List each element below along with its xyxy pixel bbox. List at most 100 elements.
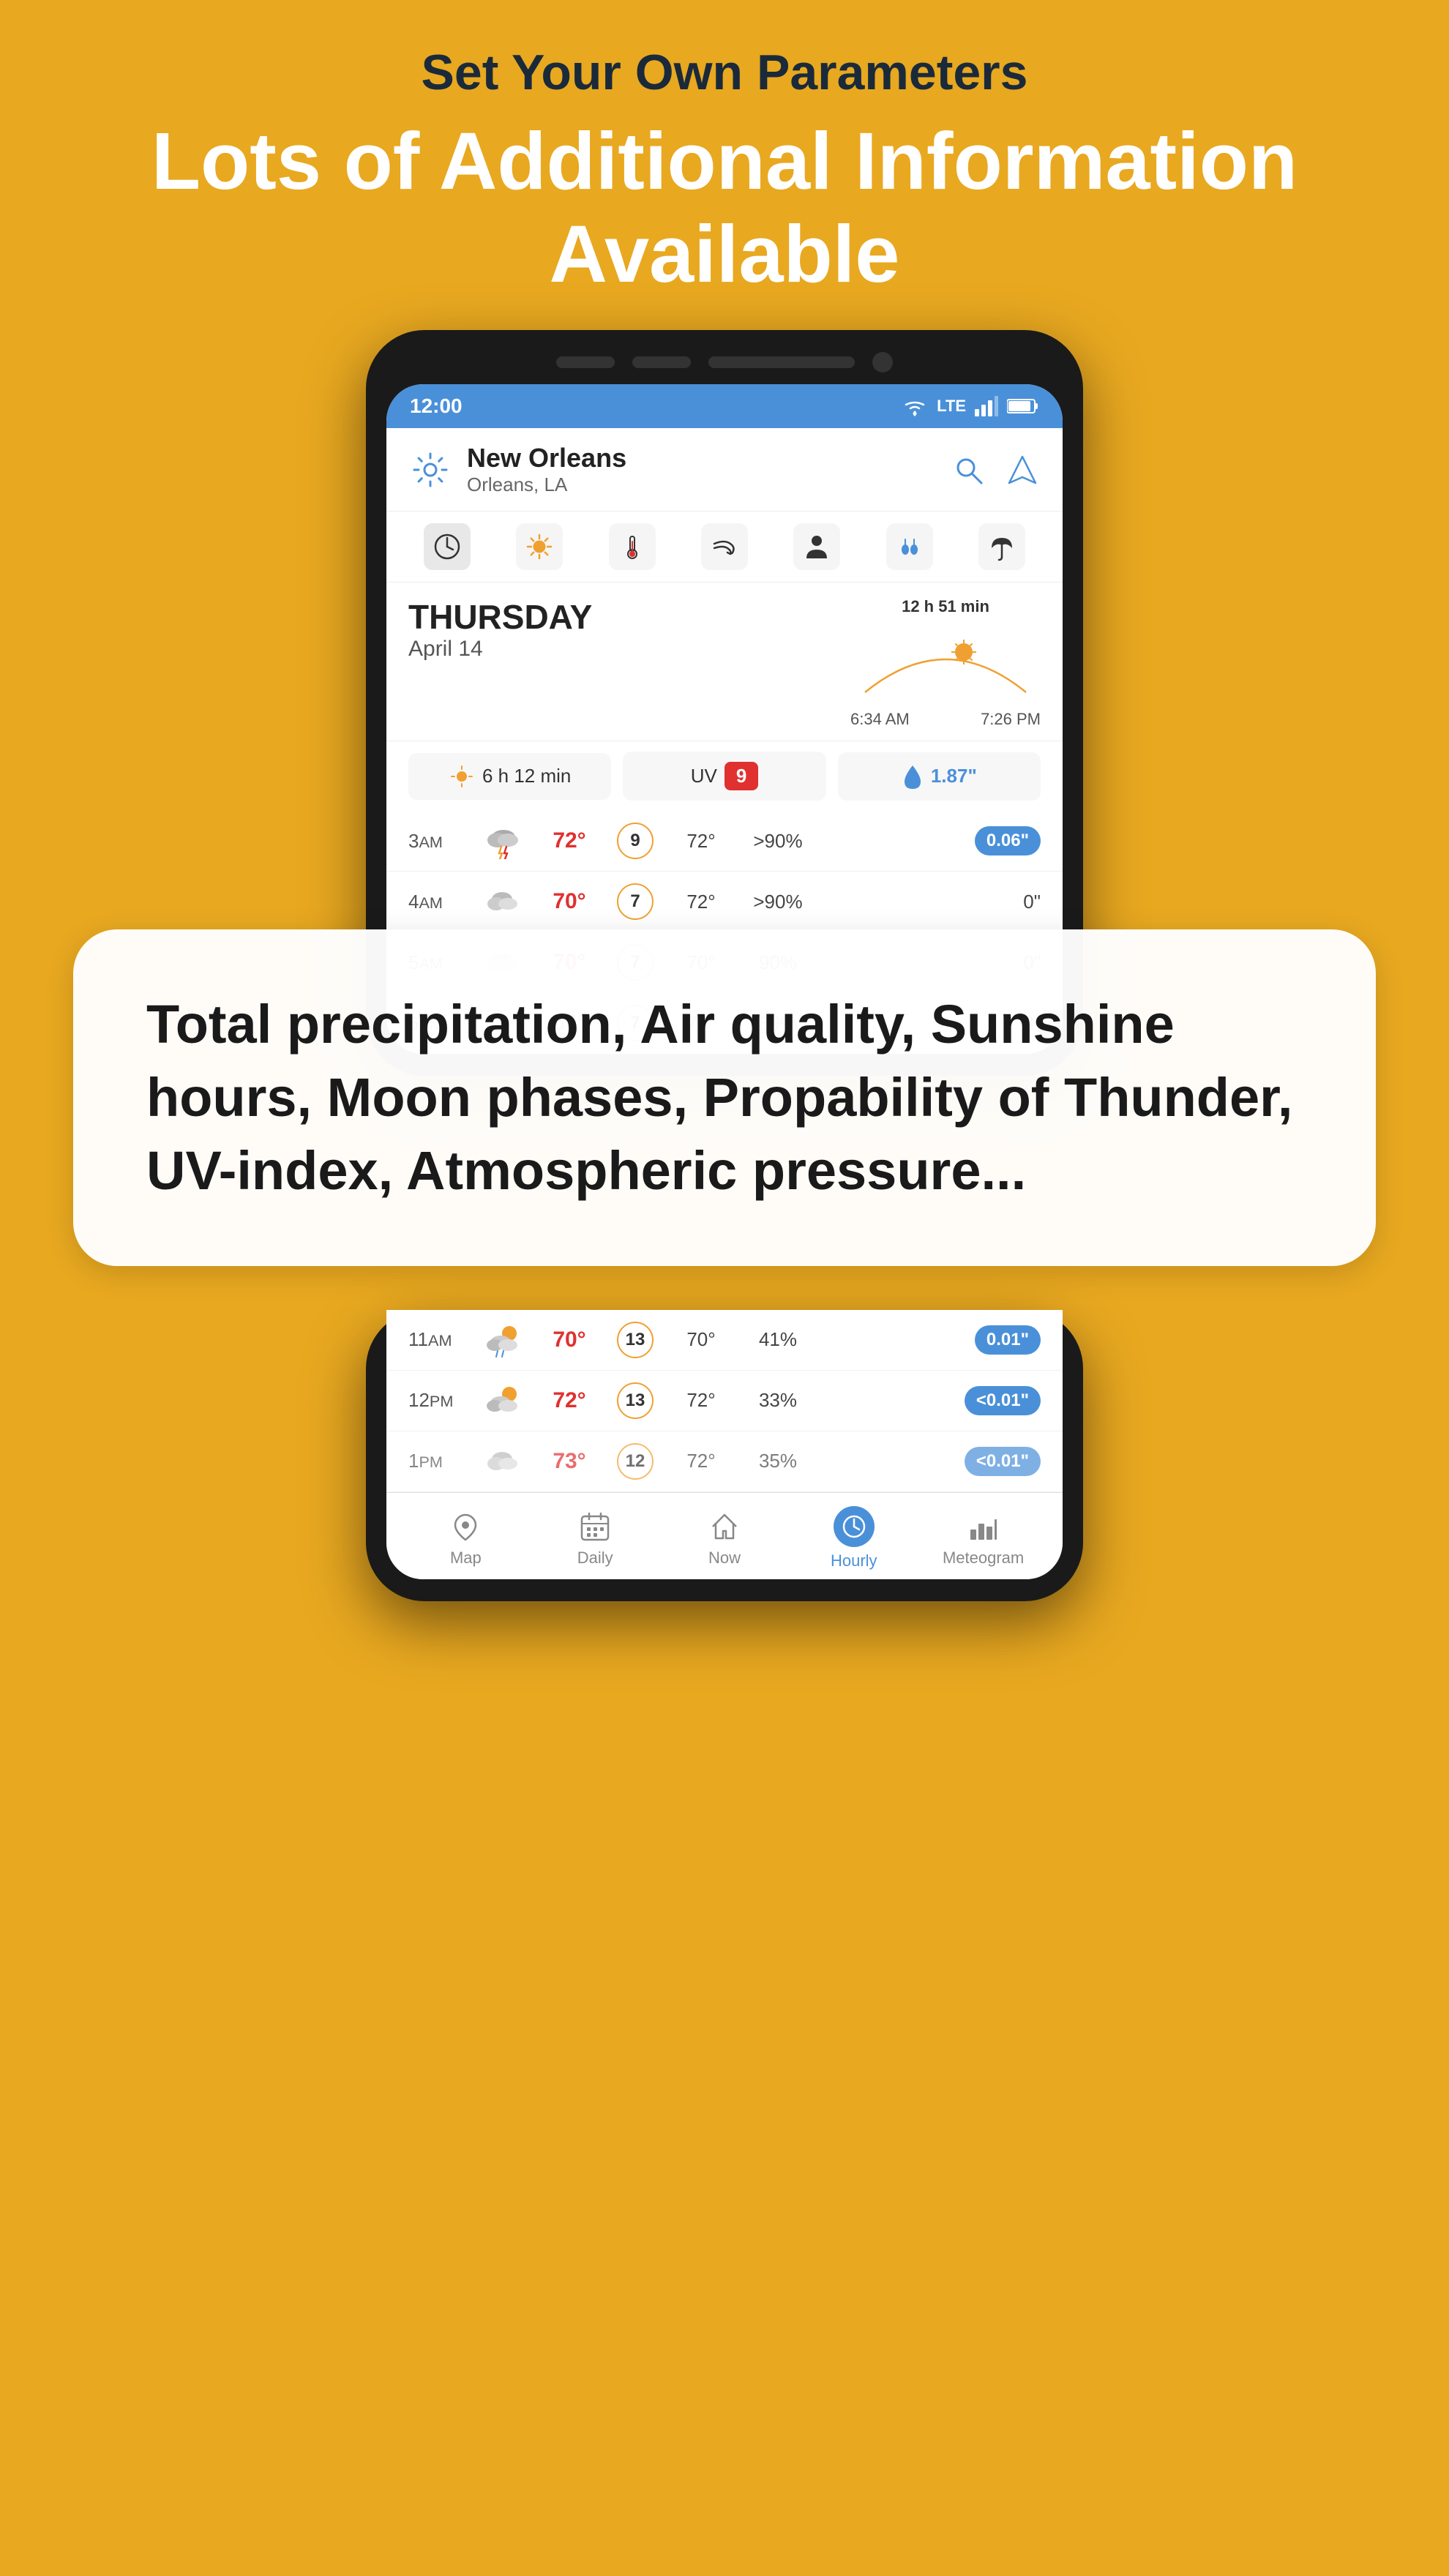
sun-arc-container xyxy=(850,619,1041,707)
tab-wind[interactable] xyxy=(701,523,748,570)
nav-item-daily[interactable]: Daily xyxy=(551,1509,639,1568)
sunrise-label: 6:34 AM xyxy=(850,710,910,729)
bottom-nav: Map xyxy=(386,1492,1063,1579)
nav-label-daily: Daily xyxy=(577,1549,613,1568)
storm-icon xyxy=(482,823,525,859)
temp-4am: 70° xyxy=(533,889,606,914)
sunshine-value: 6 h 12 min xyxy=(482,765,571,787)
hour-label-3am: 3AM xyxy=(408,830,474,853)
nav-label-map: Map xyxy=(450,1549,482,1568)
navigate-button[interactable] xyxy=(1004,452,1041,488)
uv-circle-val-11am: 13 xyxy=(617,1322,654,1358)
info-cards-row: 6 h 12 min UV 9 1.87" xyxy=(386,741,1063,811)
phone-dot-right xyxy=(632,356,691,368)
tab-drops[interactable] xyxy=(886,523,933,570)
uv-circle-val-4am: 7 xyxy=(617,883,654,920)
location-name: New Orleans xyxy=(467,443,935,473)
precip-1pm: <0.01" xyxy=(818,1447,1041,1476)
uv-circle-val-12pm: 13 xyxy=(617,1382,654,1419)
gear-icon xyxy=(411,451,449,489)
thermometer-icon xyxy=(618,532,647,561)
sun-small-icon xyxy=(449,763,475,790)
weather-icon-1pm xyxy=(474,1443,533,1480)
gear-icon-wrap[interactable] xyxy=(408,448,452,492)
bubble-lower-wrapper: Total precipitation, Air quality, Sunshi… xyxy=(0,929,1449,1601)
sun-arc-svg xyxy=(850,619,1041,707)
weather-icon-4am xyxy=(474,883,533,920)
rain-value: 1.87" xyxy=(931,765,977,787)
precip-badge-3am: 0.06" xyxy=(975,826,1041,855)
dew-12pm: 72° xyxy=(664,1389,738,1412)
app-header: New Orleans Orleans, LA xyxy=(386,428,1063,511)
weather-icon-11am xyxy=(474,1322,533,1358)
search-icon xyxy=(952,454,984,486)
cloudy-icon-1pm xyxy=(482,1443,525,1480)
rain-card: 1.87" xyxy=(838,752,1041,801)
lower-phone-wrapper: 11AM 70° xyxy=(0,1310,1449,1601)
precip-11am: 0.01" xyxy=(818,1325,1041,1355)
precip-3am: 0.06" xyxy=(818,826,1041,855)
hourly-row-4am: 4AM 70° 7 72° >90% 0 xyxy=(386,872,1063,932)
tab-temp[interactable] xyxy=(609,523,656,570)
uv-circle-1pm: 12 xyxy=(606,1443,664,1480)
battery-icon xyxy=(1007,397,1039,415)
nav-item-meteogram[interactable]: Meteogram xyxy=(940,1509,1027,1568)
nav-item-now[interactable]: Now xyxy=(681,1509,768,1568)
uv-label: UV xyxy=(691,765,717,787)
nav-item-map[interactable]: Map xyxy=(422,1509,509,1568)
hourly-section-lower: 11AM 70° xyxy=(386,1310,1063,1492)
phone-screen-lower: 11AM 70° xyxy=(386,1310,1063,1579)
status-icons: LTE xyxy=(902,396,1039,416)
status-bar: 12:00 LTE xyxy=(386,384,1063,428)
tab-umbrella[interactable] xyxy=(978,523,1025,570)
uv-value: 9 xyxy=(724,762,758,790)
date-str: April 14 xyxy=(408,637,836,662)
dew-1pm: 72° xyxy=(664,1450,738,1472)
hum-1pm: 35% xyxy=(738,1450,818,1472)
tab-sun[interactable] xyxy=(516,523,563,570)
chart-nav-icon xyxy=(966,1509,1001,1544)
daylight-label: 12 h 51 min xyxy=(902,597,989,616)
lte-label: LTE xyxy=(937,397,966,416)
phone-dot-left xyxy=(556,356,615,368)
drops-icon xyxy=(895,532,924,561)
temp-3am: 72° xyxy=(533,828,606,853)
dew-4am: 72° xyxy=(664,891,738,913)
umbrella-icon xyxy=(987,532,1016,561)
dew-11am: 70° xyxy=(664,1328,738,1351)
header-actions xyxy=(950,452,1041,488)
hourly-row-1pm: 1PM 73° 12 72° 35 xyxy=(386,1431,1063,1492)
date-info: THURSDAY April 14 xyxy=(408,597,836,662)
phone-speaker xyxy=(708,356,855,368)
precip-4am: 0" xyxy=(818,891,1041,913)
uv-circle-11am: 13 xyxy=(606,1322,664,1358)
info-bubble-text: Total precipitation, Air quality, Sunshi… xyxy=(146,988,1303,1208)
temp-11am: 70° xyxy=(533,1328,606,1352)
rain-sun-icon-11am xyxy=(482,1322,525,1358)
temp-12pm: 72° xyxy=(533,1388,606,1413)
tab-clock[interactable] xyxy=(424,523,471,570)
nav-label-meteogram: Meteogram xyxy=(943,1549,1024,1568)
uv-circle-3am: 9 xyxy=(606,823,664,859)
location-info: New Orleans Orleans, LA xyxy=(467,443,935,496)
nav-label-now: Now xyxy=(708,1549,741,1568)
hour-label-11am: 11AM xyxy=(408,1328,474,1351)
weather-icon-12pm xyxy=(474,1382,533,1419)
sun-icon-tab xyxy=(525,532,554,561)
uv-circle-val-1pm: 12 xyxy=(617,1443,654,1480)
hourly-row-11am: 11AM 70° xyxy=(386,1310,1063,1371)
header-area: Set Your Own Parameters Lots of Addition… xyxy=(0,0,1449,330)
date-sun-section: THURSDAY April 14 12 h 51 min xyxy=(386,583,1063,741)
search-button[interactable] xyxy=(950,452,986,488)
hourly-row-3am: 3AM 72° xyxy=(386,811,1063,872)
header-subtitle: Set Your Own Parameters xyxy=(59,44,1390,101)
phone-lower: 11AM 70° xyxy=(366,1310,1083,1601)
rain-drop-icon xyxy=(902,763,924,790)
nav-item-hourly[interactable]: Hourly xyxy=(810,1506,898,1570)
location-sub: Orleans, LA xyxy=(467,473,935,496)
nav-label-hourly: Hourly xyxy=(831,1551,877,1570)
info-bubble: Total precipitation, Air quality, Sunshi… xyxy=(73,929,1376,1266)
phone-top-bar xyxy=(386,352,1063,372)
tab-person[interactable] xyxy=(793,523,840,570)
header-title: Lots of Additional Information Available xyxy=(59,116,1390,301)
